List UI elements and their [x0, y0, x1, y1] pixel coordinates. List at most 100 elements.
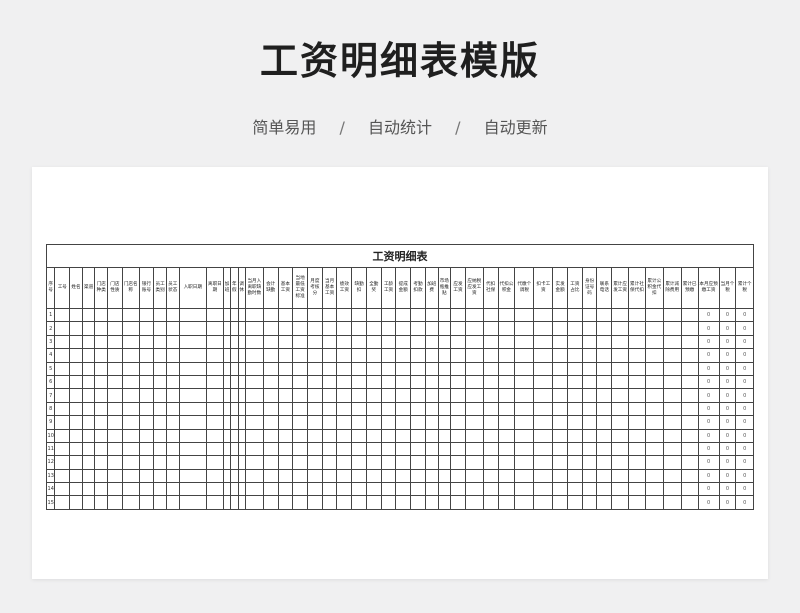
table-cell[interactable]	[153, 348, 167, 363]
table-cell[interactable]	[450, 428, 466, 443]
table-cell[interactable]	[514, 388, 535, 403]
table-cell[interactable]	[107, 468, 123, 484]
table-cell[interactable]	[336, 348, 353, 363]
table-cell[interactable]	[514, 441, 535, 457]
table-cell[interactable]	[277, 361, 294, 376]
table-cell[interactable]	[365, 428, 382, 443]
table-cell[interactable]	[611, 415, 630, 430]
table-cell[interactable]	[611, 441, 630, 457]
table-cell[interactable]	[81, 455, 96, 470]
table-cell[interactable]	[380, 307, 397, 323]
table-cell[interactable]	[464, 388, 484, 403]
table-cell[interactable]	[237, 388, 246, 403]
table-cell[interactable]	[230, 401, 239, 417]
table-cell[interactable]	[662, 388, 682, 403]
table-cell[interactable]	[237, 441, 246, 457]
table-cell[interactable]	[307, 455, 323, 470]
table-cell[interactable]	[230, 495, 239, 510]
table-cell[interactable]	[552, 495, 568, 510]
table-cell[interactable]	[351, 428, 367, 443]
table-cell[interactable]	[81, 468, 96, 484]
table-cell[interactable]	[380, 415, 397, 430]
table-cell[interactable]	[94, 455, 109, 470]
table-cell[interactable]	[464, 482, 484, 497]
table-cell[interactable]	[336, 334, 353, 350]
table-cell[interactable]	[644, 441, 664, 457]
table-cell[interactable]	[628, 428, 646, 443]
table-cell[interactable]	[292, 428, 308, 443]
table-cell[interactable]	[611, 361, 630, 376]
table-cell[interactable]	[178, 441, 207, 457]
table-cell[interactable]	[107, 482, 123, 497]
table-cell[interactable]	[230, 415, 239, 430]
table-cell[interactable]	[662, 441, 682, 457]
table-cell[interactable]	[153, 334, 167, 350]
table-cell[interactable]	[552, 415, 568, 430]
table-cell[interactable]	[395, 495, 412, 510]
table-cell[interactable]	[566, 374, 583, 390]
table-cell[interactable]	[165, 441, 180, 457]
table-cell[interactable]	[237, 428, 246, 443]
table-cell[interactable]	[662, 307, 682, 323]
table-cell[interactable]	[121, 401, 140, 417]
table-cell[interactable]	[307, 307, 323, 323]
table-cell[interactable]	[533, 321, 554, 336]
table-cell[interactable]	[54, 495, 71, 510]
table-cell[interactable]	[237, 401, 246, 417]
table-cell[interactable]	[464, 495, 484, 510]
table-cell[interactable]	[351, 401, 367, 417]
table-cell[interactable]	[497, 468, 516, 484]
table-cell[interactable]	[165, 401, 180, 417]
table-cell[interactable]	[566, 468, 583, 484]
table-cell[interactable]	[244, 482, 264, 497]
table-cell[interactable]	[662, 348, 682, 363]
table-cell[interactable]	[81, 401, 96, 417]
table-cell[interactable]	[262, 321, 279, 336]
table-cell[interactable]	[307, 441, 323, 457]
table-cell[interactable]	[94, 428, 109, 443]
table-cell[interactable]	[153, 374, 167, 390]
table-cell[interactable]	[497, 307, 516, 323]
table-cell[interactable]	[262, 455, 279, 470]
table-cell[interactable]	[244, 361, 264, 376]
table-cell[interactable]	[644, 428, 664, 443]
table-cell[interactable]	[351, 415, 367, 430]
table-cell[interactable]	[680, 307, 699, 323]
table-cell[interactable]	[277, 495, 294, 510]
table-cell[interactable]	[321, 388, 338, 403]
table-cell[interactable]	[165, 388, 180, 403]
table-cell[interactable]	[351, 455, 367, 470]
table-cell[interactable]	[482, 441, 499, 457]
table-cell[interactable]	[121, 495, 140, 510]
table-cell[interactable]	[292, 321, 308, 336]
table-cell[interactable]	[321, 307, 338, 323]
table-cell[interactable]	[81, 441, 96, 457]
table-cell[interactable]	[552, 348, 568, 363]
table-cell[interactable]	[153, 468, 167, 484]
table-cell[interactable]	[277, 321, 294, 336]
table-cell[interactable]	[596, 334, 613, 350]
table-cell[interactable]	[94, 482, 109, 497]
table-cell[interactable]	[437, 482, 452, 497]
table-cell[interactable]	[54, 348, 71, 363]
table-cell[interactable]	[121, 361, 140, 376]
table-cell[interactable]	[680, 482, 699, 497]
table-cell[interactable]	[54, 441, 71, 457]
table-cell[interactable]	[321, 401, 338, 417]
table-cell[interactable]	[336, 415, 353, 430]
table-cell[interactable]	[628, 482, 646, 497]
table-cell[interactable]	[566, 441, 583, 457]
table-cell[interactable]	[336, 401, 353, 417]
table-cell[interactable]	[395, 415, 412, 430]
table-cell[interactable]	[81, 307, 96, 323]
table-cell[interactable]	[292, 415, 308, 430]
table-cell[interactable]	[365, 307, 382, 323]
table-cell[interactable]	[424, 307, 439, 323]
table-cell[interactable]	[628, 374, 646, 390]
table-cell[interactable]	[121, 428, 140, 443]
table-cell[interactable]	[680, 388, 699, 403]
table-cell[interactable]	[365, 401, 382, 417]
table-cell[interactable]	[107, 388, 123, 403]
table-cell[interactable]	[464, 348, 484, 363]
table-cell[interactable]	[533, 401, 554, 417]
